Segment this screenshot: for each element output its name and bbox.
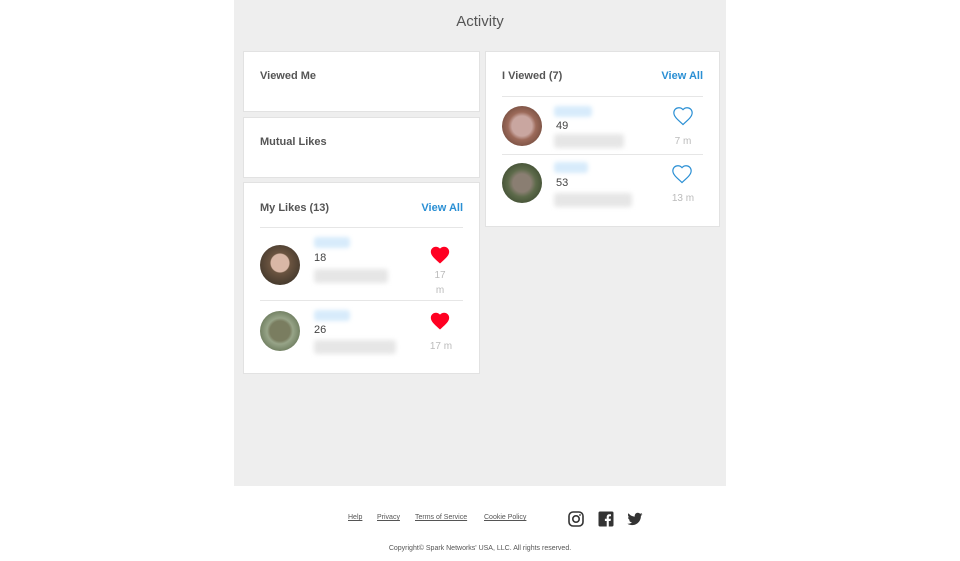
mutual-likes-title: Mutual Likes: [260, 136, 327, 148]
list-item[interactable]: 49 7 m: [486, 97, 721, 154]
page-title: Activity: [456, 13, 504, 30]
location-blurred: [554, 193, 632, 207]
list-item[interactable]: 53 13 m: [486, 155, 721, 215]
heart-filled-icon[interactable]: [429, 244, 451, 266]
name-blurred: [554, 162, 588, 173]
location-blurred: [314, 269, 388, 283]
avatar[interactable]: [502, 106, 542, 146]
heart-filled-icon[interactable]: [429, 310, 451, 332]
avatar[interactable]: [260, 311, 300, 351]
copyright-text: Copyright© Spark Networks' USA, LLC. All…: [388, 545, 572, 552]
list-item[interactable]: 26 17 m: [244, 301, 481, 371]
viewed-me-title: Viewed Me: [260, 70, 317, 82]
footer-link-cookie-policy[interactable]: Cookie Policy: [484, 514, 526, 521]
footer-links: Help Privacy Terms of Service Cookie Pol…: [0, 514, 960, 526]
name-blurred: [314, 237, 350, 248]
mutual-likes-card: Mutual Likes: [243, 117, 480, 178]
heart-outline-icon[interactable]: [672, 105, 694, 127]
heart-outline-icon[interactable]: [671, 163, 693, 185]
footer-link-help[interactable]: Help: [348, 514, 362, 521]
i-viewed-card: I Viewed (7) View All 49 7 m 53 13 m: [485, 51, 720, 227]
footer-link-privacy[interactable]: Privacy: [377, 514, 400, 521]
avatar[interactable]: [502, 163, 542, 203]
name-blurred: [314, 310, 350, 321]
name-blurred: [554, 106, 592, 117]
timestamp: 17 m: [434, 270, 446, 296]
instagram-icon[interactable]: [568, 511, 584, 527]
age: 53: [556, 177, 569, 189]
i-viewed-view-all-link[interactable]: View All: [661, 70, 703, 82]
timestamp: 13 m: [671, 193, 695, 204]
facebook-icon[interactable]: [598, 511, 614, 527]
location-blurred: [314, 340, 396, 354]
i-viewed-title: I Viewed (7): [502, 70, 563, 82]
location-blurred: [554, 134, 624, 148]
list-item[interactable]: 18 17 m: [244, 228, 481, 300]
age: 26: [314, 324, 327, 336]
timestamp: 7 m: [674, 136, 692, 147]
twitter-icon[interactable]: [627, 511, 643, 527]
activity-panel: Activity Viewed Me Mutual Likes My Likes…: [234, 0, 726, 486]
viewed-me-card: Viewed Me: [243, 51, 480, 112]
timestamp: 17 m: [429, 341, 453, 352]
age: 18: [314, 252, 327, 264]
my-likes-card: My Likes (13) View All 18 17 m 26 17 m: [243, 182, 480, 374]
my-likes-title: My Likes (13): [260, 202, 330, 214]
my-likes-view-all-link[interactable]: View All: [421, 202, 463, 214]
age: 49: [556, 120, 569, 132]
avatar[interactable]: [260, 245, 300, 285]
footer-link-terms[interactable]: Terms of Service: [415, 514, 467, 521]
